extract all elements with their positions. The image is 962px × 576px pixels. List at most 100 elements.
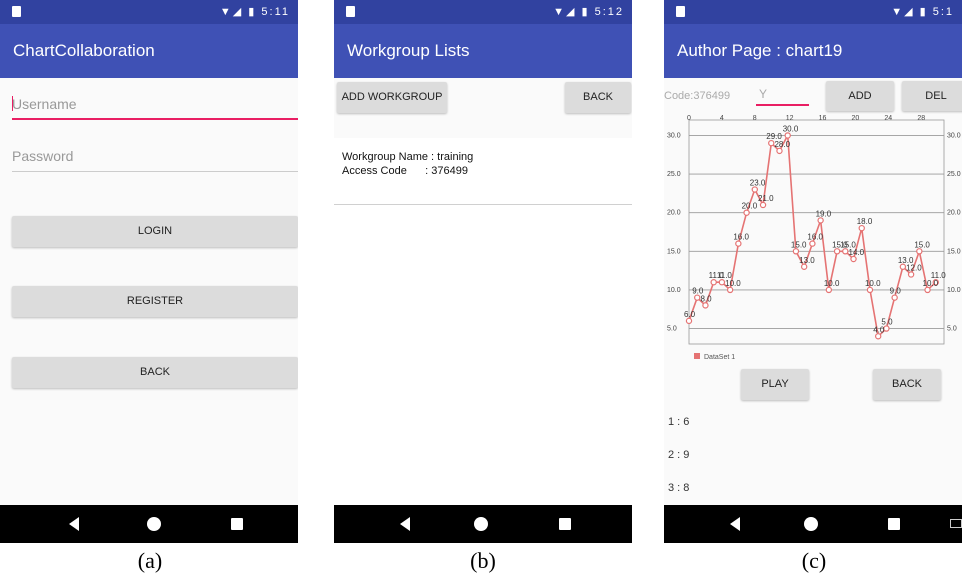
workgroup-toolbar: ADD WORKGROUP BACK [334,78,632,138]
y-placeholder: Y [759,87,768,101]
nav-bar [664,505,962,543]
nav-recent-icon[interactable] [559,518,571,530]
caption-c: (c) [801,548,827,573]
data-point [784,132,791,139]
y-input[interactable]: Y [756,86,809,106]
nav-home-icon[interactable] [474,517,488,531]
data-label: 14.0 [849,248,865,257]
data-label: 4.0 [873,325,885,334]
data-point [685,317,693,325]
access-code: Access Code : 376499 [342,165,468,177]
y-tick-label-right: 30.0 [947,132,961,139]
author-screen: ▼◢ ▮ 5:1 Author Page : chart19 Code:3764… [664,0,962,543]
data-label: 10.0 [923,279,939,288]
list-item[interactable]: 1 : 6 [668,416,689,428]
data-label: 10.0 [865,279,881,288]
status-time: 5:12 [594,6,624,18]
x-tick-label: 0 [687,115,691,122]
caption-b: (b) [470,548,496,573]
y-tick-label-right: 20.0 [947,210,961,217]
caption-a: (a) [137,548,163,573]
nav-back-icon[interactable] [400,517,410,531]
data-point [743,209,750,216]
legend-swatch [694,353,700,359]
data-point [800,263,808,270]
add-button[interactable]: ADD [826,81,894,111]
data-label: 19.0 [816,209,832,218]
data-point [842,248,849,255]
data-label: 9.0 [890,287,902,296]
data-point [858,224,865,232]
sim-icon [12,6,21,17]
x-tick-label: 12 [786,115,794,122]
y-tick-label-left: 15.0 [667,248,681,255]
y-tick-label-right: 25.0 [947,171,961,178]
register-button[interactable]: REGISTER [12,286,298,317]
x-tick-label: 4 [720,115,724,122]
back-button[interactable]: BACK [873,369,941,400]
back-button[interactable]: BACK [565,82,631,113]
status-bar: ▼◢ ▮ 5:12 [334,0,632,24]
data-label: 5.0 [881,318,893,327]
chart-data-labels: 6.09.08.011.011.010.016.020.023.021.029.… [684,124,946,334]
code-label: Code:376499 [664,90,731,102]
sim-icon [676,6,685,17]
data-label: 15.0 [791,240,807,249]
nav-back-icon[interactable] [69,517,79,531]
y-tick-label-left: 5.0 [667,326,677,333]
data-point [833,248,841,255]
data-point [817,217,824,224]
nav-home-icon[interactable] [804,517,818,531]
status-bar: ▼◢ ▮ 5:11 [0,0,298,24]
data-point [792,248,800,255]
nav-back-icon[interactable] [730,517,740,531]
data-point [776,147,783,155]
y-tick-label-left: 25.0 [667,171,681,178]
play-button[interactable]: PLAY [741,369,809,400]
data-point [866,286,874,294]
password-field[interactable]: Password [12,142,298,172]
data-label: 16.0 [807,233,823,242]
data-point [825,286,833,294]
username-field[interactable]: Username [12,90,298,120]
x-tick-label: 8 [753,115,757,122]
data-point [899,263,907,270]
data-label: 30.0 [783,124,799,133]
x-tick-label: 28 [917,115,925,122]
add-workgroup-button[interactable]: ADD WORKGROUP [337,82,447,113]
login-button[interactable]: LOGIN [12,216,298,247]
nav-recent-icon[interactable] [888,518,900,530]
line-chart: 5.0 5.0 10.0 10.0 15.0 15.0 20.0 20.0 25.0 25.0 30… [667,115,961,361]
data-label: 18.0 [857,217,873,226]
data-point [874,333,882,340]
list-item[interactable]: Workgroup Name : training Access Code : … [334,138,632,205]
list-item[interactable]: 2 : 9 [668,449,689,461]
y-tick-label-right: 15.0 [947,248,961,255]
delete-button[interactable]: DEL [902,81,962,111]
password-underline [12,171,298,172]
status-icons: ▼◢ ▮ 5:1 [891,6,954,18]
data-label: 23.0 [750,179,766,188]
data-label: 21.0 [758,194,774,203]
data-point [718,279,726,286]
x-tick-label: 24 [884,115,892,122]
data-label: 12.0 [906,263,922,272]
page-title: Workgroup Lists [334,24,632,78]
list-item[interactable]: 3 : 8 [668,482,689,494]
data-point [702,302,709,309]
data-point [883,325,890,332]
workgroup-list: Workgroup Name : training Access Code : … [334,138,632,505]
username-underline [12,118,298,120]
data-point [891,294,898,301]
workgroup-screen: ▼◢ ▮ 5:12 Workgroup Lists ADD WORKGROUP … [334,0,632,543]
nav-home-icon[interactable] [147,517,161,531]
status-icons: ▼◢ ▮ 5:11 [219,6,290,18]
data-label: 10.0 [824,279,840,288]
nav-recent-icon[interactable] [231,518,243,530]
app-title: ChartCollaboration [0,24,298,78]
back-button[interactable]: BACK [12,357,298,388]
data-label: 8.0 [700,294,712,303]
data-point [726,286,734,294]
data-label: 20.0 [742,202,758,211]
keyboard-icon[interactable] [950,519,962,528]
